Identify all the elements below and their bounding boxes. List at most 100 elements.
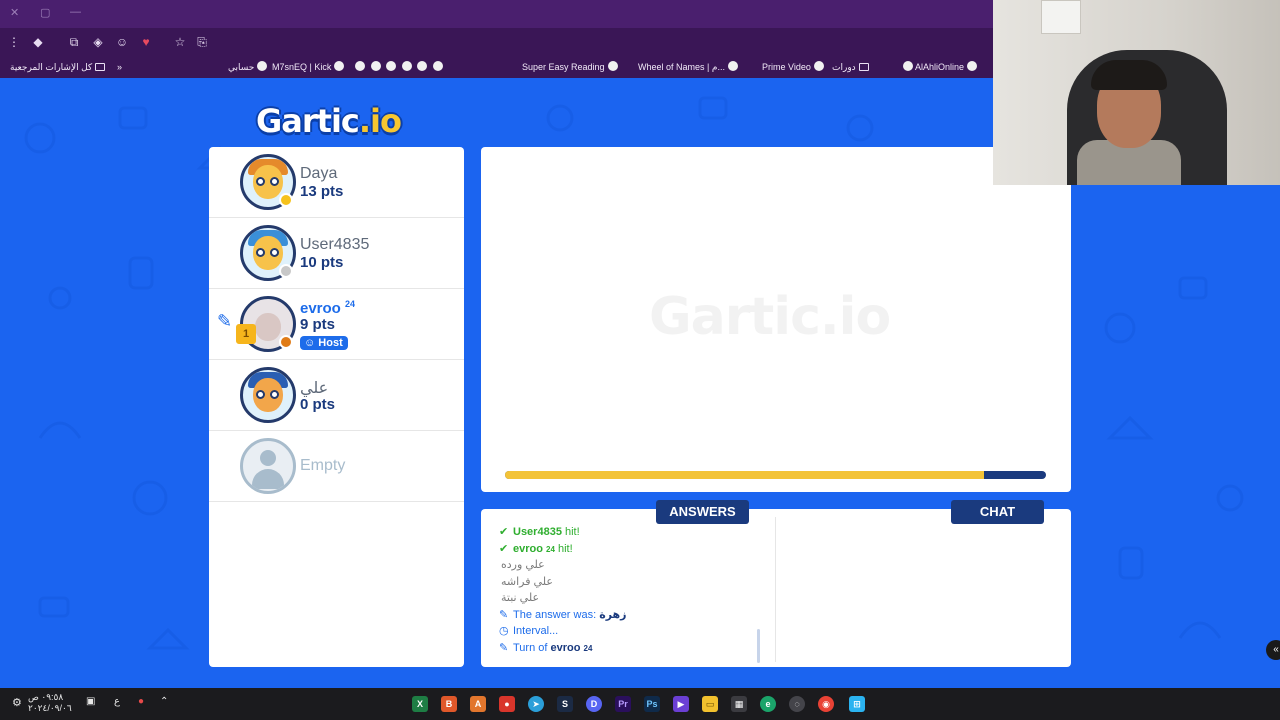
answers-scrollbar[interactable] <box>757 629 760 663</box>
expand-side-icon[interactable]: « <box>1266 640 1280 660</box>
player-name: علي <box>300 380 329 397</box>
site-icon[interactable] <box>432 61 443 71</box>
bookmark-kick[interactable]: M7snEQ | Kick <box>272 60 345 74</box>
bookmark-all-folder[interactable]: كل الإشارات المرجعية <box>10 60 106 74</box>
status-indicator <box>279 335 293 349</box>
globe-icon <box>257 61 268 71</box>
app-circle-icon[interactable]: ◌ <box>789 696 805 712</box>
player-row-drawing[interactable]: ✎ 1 evroo 24 9 pts ☺ Host <box>209 289 464 360</box>
close-window-icon[interactable]: ✕ <box>10 6 19 19</box>
globe-icon <box>813 61 824 71</box>
photoshop-app-icon[interactable]: Ps <box>644 696 660 712</box>
site-icon[interactable] <box>401 61 412 71</box>
player-name: evroo 24 <box>300 299 356 317</box>
windows-taskbar: ⚙ ٠٩:٥٨ ص ٢٠٢٤/٠٩/٠٦ ▣ ع ● ⌃ X B A ● ➤ S … <box>0 688 1280 720</box>
host-badge: ☺ Host <box>300 336 348 350</box>
extension-heart-icon[interactable]: ♥ <box>138 34 154 50</box>
windows-start-icon[interactable]: ⊞ <box>849 696 865 712</box>
site-icon[interactable] <box>355 61 365 71</box>
answer-reveal-line: ✎ The answer was: زهرة <box>499 607 769 624</box>
telegram-app-icon[interactable]: ➤ <box>528 696 544 712</box>
answers-feed: ✔ User4835 hit! ✔ evroo 24 hit! علي ورده ع… <box>499 524 769 656</box>
site-icon[interactable] <box>370 61 381 71</box>
notification-icon[interactable]: ▣ <box>86 696 95 707</box>
bookmark-wheel-of-names[interactable]: Wheel of Names | م... <box>638 60 738 74</box>
steam-app-icon[interactable]: S <box>557 696 573 712</box>
empty-avatar-icon <box>240 438 296 494</box>
file-explorer-icon[interactable]: ▭ <box>702 696 718 712</box>
bookmark-prime-video[interactable]: Prime Video <box>762 60 824 74</box>
player-row[interactable]: علي 0 pts <box>209 360 464 431</box>
drawing-canvas[interactable]: Gartic.io <box>481 147 1071 492</box>
store-app-icon[interactable]: ▦ <box>731 696 747 712</box>
panel-divider <box>775 517 776 662</box>
tray-overflow-icon[interactable]: ⌃ <box>160 696 168 707</box>
players-panel: Daya 13 pts User4835 10 pts ✎ 1 evroo 24… <box>209 147 464 667</box>
bookmark-account[interactable]: حسابي <box>228 60 268 74</box>
chrome-app-icon[interactable]: ◉ <box>818 696 834 712</box>
bookmark-icons-group <box>352 60 443 74</box>
player-points: 9 pts <box>300 316 336 333</box>
extension-diamond-icon[interactable]: ◈ <box>90 34 106 50</box>
app-red-icon[interactable]: ● <box>499 696 515 712</box>
excel-app-icon[interactable]: X <box>412 696 428 712</box>
status-indicator <box>279 193 293 207</box>
clock-icon: ◷ <box>499 625 509 637</box>
language-indicator[interactable]: ع <box>114 696 120 707</box>
globe-icon <box>334 61 345 71</box>
canvas-watermark: Gartic.io <box>649 287 891 347</box>
globe-icon <box>967 61 978 71</box>
premiere-app-icon[interactable]: Pr <box>615 696 631 712</box>
site-icon[interactable] <box>417 61 428 71</box>
bookmark-courses-folder[interactable]: دورات <box>832 60 869 74</box>
puzzle-extensions-icon[interactable]: ⧉ <box>66 34 82 50</box>
answer-hit-line: ✔ evroo 24 hit! <box>499 541 769 558</box>
edge-app-icon[interactable]: e <box>760 696 776 712</box>
extension-icon[interactable]: ◆ <box>30 34 46 50</box>
answer-guess-line: علي نبتة <box>501 592 540 604</box>
system-clock[interactable]: ٠٩:٥٨ ص ٢٠٢٤/٠٩/٠٦ <box>28 692 72 714</box>
app-a-icon[interactable]: A <box>470 696 486 712</box>
round-timer-fill <box>505 471 987 479</box>
avatar <box>240 367 296 423</box>
player-name: Daya <box>300 165 338 182</box>
player-row[interactable]: User4835 10 pts <box>209 218 464 289</box>
menu-dots-icon[interactable]: ⋮ <box>6 34 22 50</box>
player-row[interactable]: Daya 13 pts <box>209 147 464 218</box>
status-indicator <box>279 264 293 278</box>
gartic-logo: Gartic.io <box>256 102 402 140</box>
globe-icon <box>607 61 618 71</box>
settings-gear-icon[interactable]: ⚙ <box>12 696 22 709</box>
answer-guess-line: علي فراشه <box>501 575 553 588</box>
answers-header: ANSWERS <box>656 500 749 524</box>
discord-app-icon[interactable]: D <box>586 696 602 712</box>
site-icon[interactable] <box>386 61 397 71</box>
bookmark-star-icon[interactable]: ☆ <box>172 34 188 50</box>
maximize-window-icon[interactable]: ▢ <box>40 6 50 19</box>
player-slot-empty: Empty <box>209 431 464 502</box>
bookmarks-more-button[interactable]: » <box>117 60 122 74</box>
folder-icon <box>858 63 869 71</box>
extension-face-icon[interactable]: ☺ <box>114 34 130 50</box>
check-icon: ✔ <box>499 526 509 538</box>
player-points: 10 pts <box>300 254 344 271</box>
bookmark-alahli[interactable]: AlAhliOnline <box>900 60 978 74</box>
bookmark-super-easy-reading[interactable]: Super Easy Reading <box>522 60 618 74</box>
app-play-icon[interactable]: ▶ <box>673 696 689 712</box>
trophy-icon: 1 <box>236 324 256 344</box>
turn-line: ✎ Turn of evroo 24 <box>499 640 769 657</box>
answers-chat-panel: ANSWERS CHAT ✔ User4835 hit! ✔ evroo 24 hi… <box>481 500 1071 667</box>
globe-icon <box>903 61 913 71</box>
player-name: User4835 <box>300 236 370 253</box>
empty-slot-label: Empty <box>300 457 346 474</box>
minimize-window-icon[interactable]: — <box>70 6 81 18</box>
microphone-icon[interactable]: ● <box>138 696 144 707</box>
webcam-overlay <box>993 0 1280 185</box>
share-icon[interactable]: ⎘ <box>194 34 210 50</box>
drawing-pencil-icon: ✎ <box>217 311 233 331</box>
brave-app-icon[interactable]: B <box>441 696 457 712</box>
host-icon: ☺ <box>304 337 316 349</box>
player-points: 0 pts <box>300 396 336 413</box>
interval-line: ◷ Interval... <box>499 623 769 640</box>
answer-guess-line: علي ورده <box>501 559 545 571</box>
